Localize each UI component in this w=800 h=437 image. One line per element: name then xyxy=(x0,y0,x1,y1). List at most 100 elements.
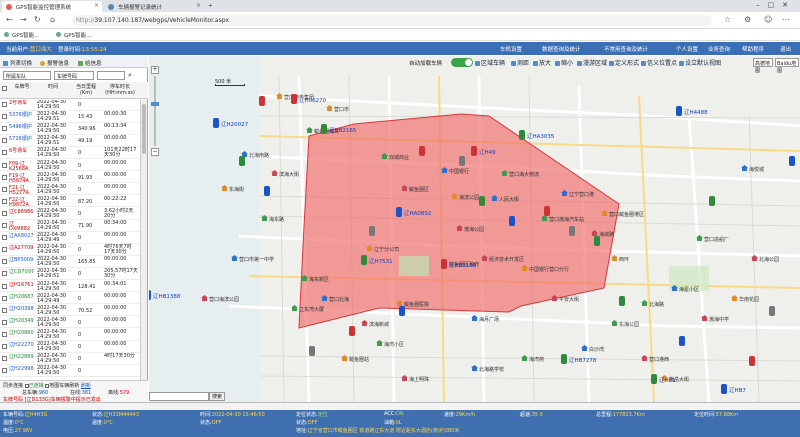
column-mileage[interactable]: 当日里程(Km) xyxy=(72,84,100,96)
map-search-button[interactable]: 搜索 xyxy=(209,392,225,401)
table-row[interactable]: 5496银护 2022-04-30 14:29:50 340.96 00:13:34 xyxy=(0,124,140,135)
vehicle-car-icon[interactable] xyxy=(679,336,685,346)
vehicle-car-icon[interactable] xyxy=(676,106,682,116)
vehicle-car-icon[interactable] xyxy=(709,196,715,206)
menu-uncommon-query[interactable]: 不常用查询及统计 xyxy=(604,45,648,53)
menu-business-query[interactable]: 业务查询 xyxy=(708,45,730,53)
row-checkbox[interactable] xyxy=(2,186,7,192)
menu-logout[interactable]: 退出 xyxy=(780,45,791,53)
row-plate[interactable]: 辽A27709 xyxy=(9,246,35,251)
row-plate[interactable]: 辽H20687 xyxy=(9,294,35,300)
table-row[interactable]: 辽H22270 2022-04-30 14:29:50 0 00:00:00 xyxy=(0,342,140,353)
vehicle-car-icon[interactable] xyxy=(349,326,355,336)
vehicle-car-icon[interactable] xyxy=(769,306,775,316)
map-type-select[interactable]: 高德地图 xyxy=(753,58,773,74)
menu-device-settings[interactable]: 车机设置 xyxy=(500,45,522,53)
search-icon[interactable]: ⌕ xyxy=(128,71,132,80)
zoom-in-button[interactable]: 放大 xyxy=(533,58,551,67)
table-row[interactable]: 辽H22998 2022-04-30 14:29:50 0 xyxy=(0,366,140,377)
back-icon[interactable]: ← xyxy=(6,15,13,24)
vehicle-plate-label[interactable]: 辽HB1388 xyxy=(153,292,180,300)
vehicle-car-icon[interactable] xyxy=(213,118,219,128)
row-plate[interactable]: F21-辽H5277A xyxy=(9,185,35,196)
vehicle-car-icon[interactable] xyxy=(519,130,525,140)
row-checkbox[interactable] xyxy=(2,102,7,107)
row-plate[interactable]: 辽H22889 xyxy=(9,355,35,360)
vehicle-car-icon[interactable] xyxy=(396,207,402,217)
row-plate[interactable]: 辽BP3009 xyxy=(9,258,35,263)
table-row[interactable]: 辽C88986 2022-04-30 14:29:50 0 3.62小时2天20分 xyxy=(0,208,140,220)
zoom-slider-handle[interactable] xyxy=(151,102,159,106)
bookmark-item[interactable]: GPS智能... xyxy=(56,31,91,39)
row-plate[interactable]: 辽H16761 xyxy=(9,282,35,288)
vehicle-car-icon[interactable] xyxy=(399,306,405,316)
vehicle-car-icon[interactable] xyxy=(471,146,477,156)
zoom-minus-icon[interactable]: − xyxy=(151,148,159,156)
row-checkbox[interactable] xyxy=(2,295,7,301)
vehicle-plate-label[interactable]: 辽HB3186 xyxy=(449,261,476,269)
row-plate[interactable]: 6号场车 xyxy=(9,149,35,154)
vehicle-car-icon[interactable] xyxy=(419,146,425,156)
row-checkbox[interactable] xyxy=(2,126,7,132)
zoom-plus-icon[interactable]: + xyxy=(151,66,159,74)
vehicle-car-icon[interactable] xyxy=(749,356,755,366)
table-row[interactable]: 辽H16761 2022-04-30 14:29:50 128.41 00:34:01 xyxy=(0,281,140,293)
row-checkbox[interactable] xyxy=(2,174,7,180)
vehicle-car-icon[interactable] xyxy=(459,156,465,166)
table-row[interactable]: 5376银护 2022-04-30 14:29:51 15.43 00:00:30 xyxy=(0,112,140,123)
row-checkbox[interactable] xyxy=(2,247,7,253)
bookmark-item[interactable]: GPS智能... xyxy=(4,31,39,39)
vehicle-plate-label[interactable]: 辽H81 xyxy=(659,376,676,384)
close-tab-icon[interactable]: × xyxy=(94,2,99,9)
reload-icon[interactable]: ↻ xyxy=(34,15,41,24)
vehicle-car-icon[interactable] xyxy=(619,296,625,306)
table-row[interactable]: F19-辽H5674A 2022-04-30 14:29:50 91.93 00:00… xyxy=(0,172,140,184)
profile-icon[interactable]: ☺ xyxy=(764,15,772,24)
vehicle-car-icon[interactable] xyxy=(259,96,265,106)
vehicle-car-icon[interactable] xyxy=(361,255,367,265)
vehicle-plate-label[interactable]: 辽H06270 xyxy=(299,96,326,104)
define-shape-button[interactable]: 定义形式 xyxy=(609,58,639,67)
row-checkbox[interactable] xyxy=(2,198,7,204)
vehicle-car-icon[interactable] xyxy=(509,216,515,226)
vehicle-car-icon[interactable] xyxy=(309,346,315,356)
row-checkbox[interactable] xyxy=(2,210,7,216)
menu-personal-settings[interactable]: 个人设置 xyxy=(676,45,698,53)
table-row[interactable]: 2号场车 2022-04-30 14:29:50 0 xyxy=(0,100,140,111)
new-tab-button[interactable]: + xyxy=(206,1,219,12)
vehicle-car-icon[interactable] xyxy=(721,384,727,394)
area-vehicles-button[interactable]: 区域车辆 xyxy=(475,58,505,67)
star-icon[interactable]: ☆ xyxy=(724,15,731,24)
table-row[interactable]: F22-辽H9872A 2022-04-30 14:29:50 87.20 00:22… xyxy=(0,196,140,208)
table-row[interactable]: 辽BP3009 2022-04-30 14:29:50 165.85 00:00:00 xyxy=(0,257,140,268)
list-scrollbar[interactable] xyxy=(140,100,147,380)
search-input[interactable] xyxy=(97,71,125,80)
vehicle-car-icon[interactable] xyxy=(651,374,657,384)
row-checkbox[interactable] xyxy=(2,344,7,349)
row-plate[interactable]: 辽H20349 xyxy=(9,318,35,324)
vehicle-plate-label[interactable]: 辽H20027 xyxy=(221,120,248,128)
row-checkbox[interactable] xyxy=(2,150,7,156)
zoom-out-button[interactable]: 缩小 xyxy=(555,58,573,67)
table-row[interactable]: 辽H22889 2022-04-30 14:29:50 0 4时17天30分 xyxy=(0,354,140,365)
row-checkbox[interactable] xyxy=(2,271,7,277)
row-plate[interactable]: 辽H22998 xyxy=(9,367,35,372)
vehicle-plate-label[interactable]: 辽HA0892 xyxy=(404,209,431,217)
vehicle-plate-label[interactable]: 辽HA3035 xyxy=(527,132,554,140)
map-search-input[interactable] xyxy=(149,392,209,401)
row-plate[interactable]: 辽H22270 xyxy=(9,343,35,348)
row-checkbox[interactable] xyxy=(2,331,7,337)
row-checkbox[interactable] xyxy=(2,223,7,228)
vehicle-car-icon[interactable] xyxy=(594,236,600,246)
vehicle-plate-label[interactable]: 辽HB7278 xyxy=(569,356,596,364)
vehicle-car-icon[interactable] xyxy=(291,94,297,104)
menu-data-query[interactable]: 数据查询及统计 xyxy=(542,45,581,53)
row-checkbox[interactable] xyxy=(2,138,7,144)
row-checkbox[interactable] xyxy=(2,235,7,241)
vehicle-car-icon[interactable] xyxy=(561,354,567,364)
row-plate[interactable]: 5496银护 xyxy=(9,125,35,130)
table-row[interactable]: 辽AX8027 2022-04-30 14:29:49 0 00:00:00 xyxy=(0,233,140,244)
row-checkbox[interactable] xyxy=(2,114,7,120)
table-row[interactable]: 5726银护 2022-04-30 14:29:51 49.19 00:00:00 xyxy=(0,136,140,147)
table-row[interactable]: 辽CD7097 2022-04-30 14:29:51 0 205.57时17天30分 xyxy=(0,269,140,281)
